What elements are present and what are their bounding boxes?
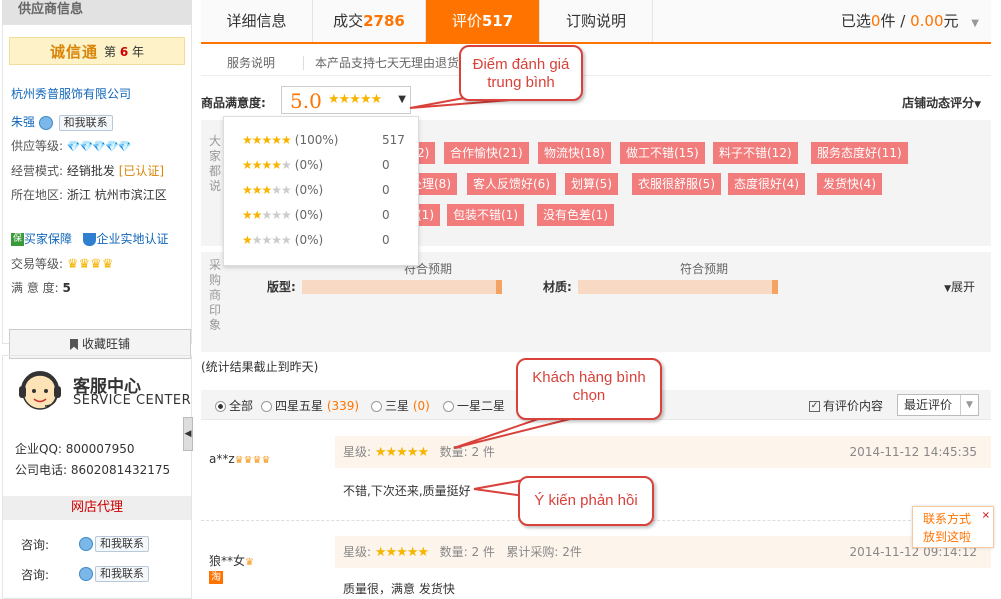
callout-customer-vote: Khách hàng bình chọn [516,358,662,420]
callout-avg-rating: Điểm đánh giá trung bình [459,45,583,101]
callout-feedback: Ý kiến phản hồi [518,476,654,526]
